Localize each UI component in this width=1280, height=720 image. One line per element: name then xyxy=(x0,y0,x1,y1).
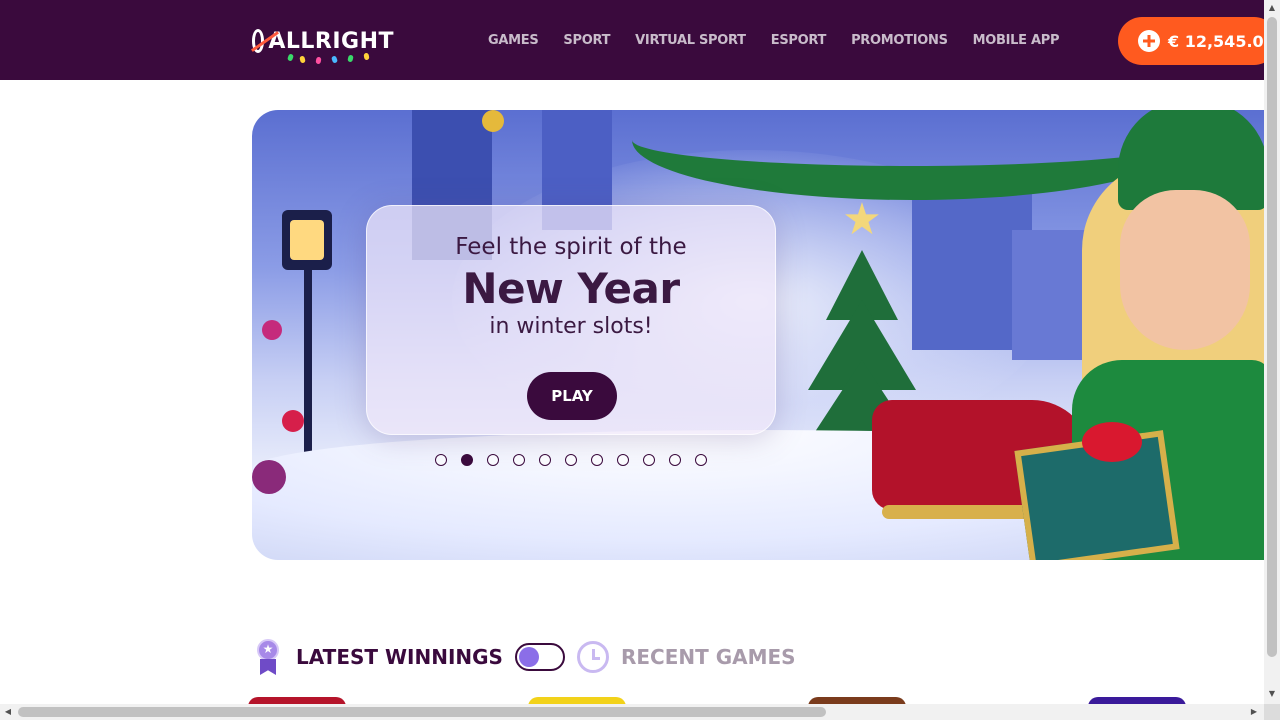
scroll-up-icon[interactable]: ▲ xyxy=(1264,0,1280,16)
promo-subtitle: Feel the spirit of the xyxy=(455,234,687,260)
toggle-knob xyxy=(518,647,539,667)
promo-card: Feel the spirit of the New Year in winte… xyxy=(366,205,776,435)
carousel-dot[interactable] xyxy=(669,454,681,466)
nav-promotions[interactable]: PROMOTIONS xyxy=(851,33,948,48)
nav-mobile-app[interactable]: MOBILE APP xyxy=(973,33,1060,48)
carousel-dot[interactable] xyxy=(565,454,577,466)
horizontal-scroll-thumb[interactable] xyxy=(18,707,826,717)
logo-lights-decoration xyxy=(282,52,382,65)
tab-latest-winnings[interactable]: LATEST WINNINGS xyxy=(296,645,503,669)
carousel-dot[interactable] xyxy=(643,454,655,466)
plus-circle-icon xyxy=(1138,30,1160,52)
carousel-dot[interactable] xyxy=(617,454,629,466)
ornament xyxy=(482,110,504,132)
nav-sport[interactable]: SPORT xyxy=(563,33,610,48)
carousel-dot[interactable] xyxy=(695,454,707,466)
balance-amount: € 12,545.02 xyxy=(1168,31,1275,51)
ornament xyxy=(252,460,286,494)
carousel-dots xyxy=(435,454,721,466)
winnings-toggle[interactable] xyxy=(514,643,565,671)
carousel-dot[interactable] xyxy=(435,454,447,466)
winnings-tabs: ★ LATEST WINNINGS RECENT GAMES xyxy=(256,636,796,678)
vertical-scrollbar[interactable]: ▲ ▼ xyxy=(1264,0,1280,704)
tab-recent-games[interactable]: RECENT GAMES xyxy=(621,645,796,669)
logo-ball-icon xyxy=(252,29,265,53)
horizontal-scrollbar[interactable]: ◀ ▶ xyxy=(0,704,1264,720)
carousel-dot[interactable] xyxy=(591,454,603,466)
carousel-dot[interactable] xyxy=(487,454,499,466)
nav-games[interactable]: GAMES xyxy=(488,33,539,48)
carousel-dot-active[interactable] xyxy=(461,454,473,466)
nav-esport[interactable]: ESPORT xyxy=(771,33,827,48)
top-header: ALLRIGHT GAMES SPORT VIRTUAL SPORT ESPOR… xyxy=(0,0,1278,80)
balance-deposit-button[interactable]: € 12,545.02 xyxy=(1118,17,1278,65)
page: ALLRIGHT GAMES SPORT VIRTUAL SPORT ESPOR… xyxy=(0,0,1280,720)
main-nav: GAMES SPORT VIRTUAL SPORT ESPORT PROMOTI… xyxy=(488,0,1059,80)
gift-bow xyxy=(1082,422,1142,462)
site-logo[interactable]: ALLRIGHT xyxy=(252,18,394,65)
lamp-light xyxy=(290,220,324,260)
tree-star-icon: ★ xyxy=(842,194,882,245)
logo-text: ALLRIGHT xyxy=(268,28,394,54)
clock-icon xyxy=(576,641,609,673)
medal-ribbon xyxy=(260,659,276,675)
character-face xyxy=(1120,190,1250,350)
nav-virtual-sport[interactable]: VIRTUAL SPORT xyxy=(635,33,746,48)
promo-title: New Year xyxy=(462,264,680,313)
medal-star: ★ xyxy=(262,642,274,656)
ornament xyxy=(262,320,282,340)
medal-icon: ★ xyxy=(256,639,280,675)
play-button[interactable]: PLAY xyxy=(527,372,617,420)
promo-caption: in winter slots! xyxy=(489,314,653,339)
ornament xyxy=(282,410,304,432)
promo-banner[interactable]: ★ Feel the spirit of the New Year in win… xyxy=(252,110,1264,560)
scroll-left-icon[interactable]: ◀ xyxy=(0,704,16,720)
scroll-down-icon[interactable]: ▼ xyxy=(1264,686,1280,702)
carousel-dot[interactable] xyxy=(513,454,525,466)
carousel-dot[interactable] xyxy=(539,454,551,466)
scroll-right-icon[interactable]: ▶ xyxy=(1246,704,1262,720)
scrollbar-corner xyxy=(1264,704,1280,720)
vertical-scroll-thumb[interactable] xyxy=(1267,17,1277,657)
